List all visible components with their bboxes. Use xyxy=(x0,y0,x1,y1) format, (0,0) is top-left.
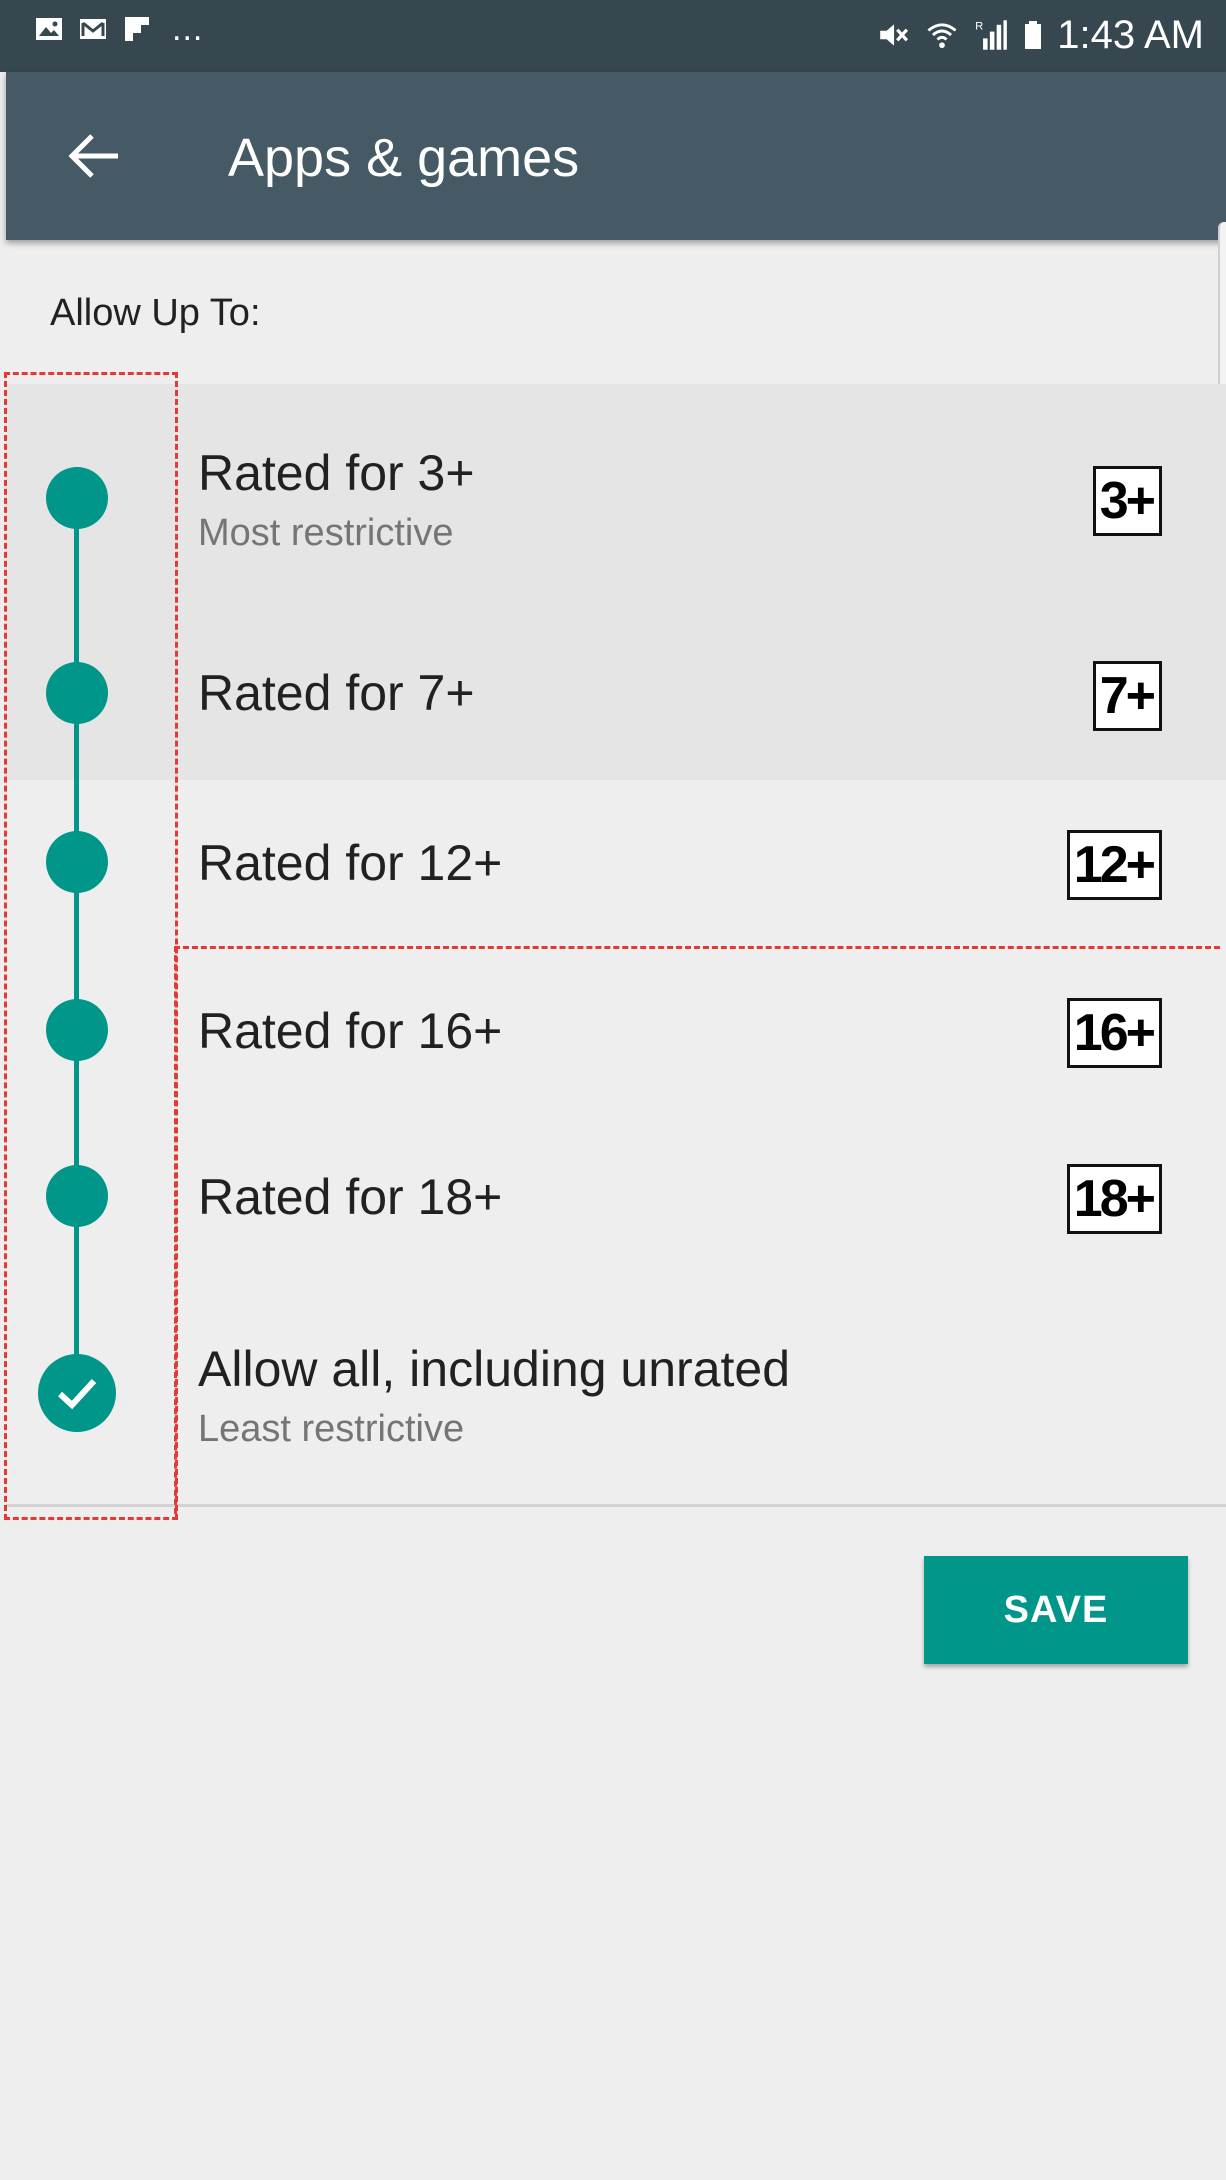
flipboard-icon xyxy=(125,17,149,41)
rating-subtitle: Least restrictive xyxy=(198,1408,465,1450)
rating-title: Allow all, including unrated xyxy=(198,1341,791,1397)
back-arrow-icon[interactable] xyxy=(62,124,126,188)
annotation-top-line xyxy=(174,946,1220,949)
rating-title: Rated for 18+ xyxy=(198,1169,503,1225)
signal-icon: R xyxy=(975,20,1008,50)
notification-icons: ... xyxy=(34,10,204,48)
system-icons: R 1:43 AM xyxy=(875,12,1204,58)
svg-text:R: R xyxy=(975,20,983,32)
rating-badge: 18+ xyxy=(1066,1164,1162,1234)
status-bar: ... R 1:43 AM xyxy=(0,0,1226,72)
rating-badge: 12+ xyxy=(1066,830,1162,900)
rating-badge: 16+ xyxy=(1066,998,1162,1068)
wifi-icon xyxy=(927,23,957,49)
divider xyxy=(6,1504,1226,1507)
rating-option-12plus[interactable]: Rated for 12+ 12+ xyxy=(0,778,1226,944)
annotation-left-box xyxy=(4,372,178,1520)
battery-icon xyxy=(1025,21,1042,49)
rating-subtitle: Most restrictive xyxy=(198,512,454,554)
rating-title: Rated for 3+ xyxy=(198,445,475,501)
annotation-inner-edge xyxy=(174,946,177,1514)
more-notifications-indicator: ... xyxy=(172,10,204,48)
rating-badge: 7+ xyxy=(1092,661,1162,731)
save-button[interactable]: SAVE xyxy=(924,1556,1188,1664)
rating-badge: 3+ xyxy=(1092,466,1162,536)
rating-option-3plus[interactable]: Rated for 3+ Most restrictive 3+ xyxy=(0,384,1226,608)
rating-option-7plus[interactable]: Rated for 7+ 7+ xyxy=(0,608,1226,778)
rating-title: Rated for 16+ xyxy=(198,1003,503,1059)
mute-icon xyxy=(880,24,909,46)
rating-option-18plus[interactable]: Rated for 18+ 18+ xyxy=(0,1110,1226,1280)
rating-option-allow-all[interactable]: Allow all, including unrated Least restr… xyxy=(0,1280,1226,1504)
rating-title: Rated for 7+ xyxy=(198,665,475,721)
rating-option-16plus[interactable]: Rated for 16+ 16+ xyxy=(0,944,1226,1110)
clock: 1:43 AM xyxy=(1057,13,1204,57)
section-label: Allow Up To: xyxy=(50,292,261,334)
gallery-icon xyxy=(36,18,62,40)
rating-title: Rated for 12+ xyxy=(198,835,503,891)
gmail-icon xyxy=(80,19,106,39)
app-bar: Apps & games xyxy=(6,72,1226,240)
page-title: Apps & games xyxy=(228,128,580,188)
